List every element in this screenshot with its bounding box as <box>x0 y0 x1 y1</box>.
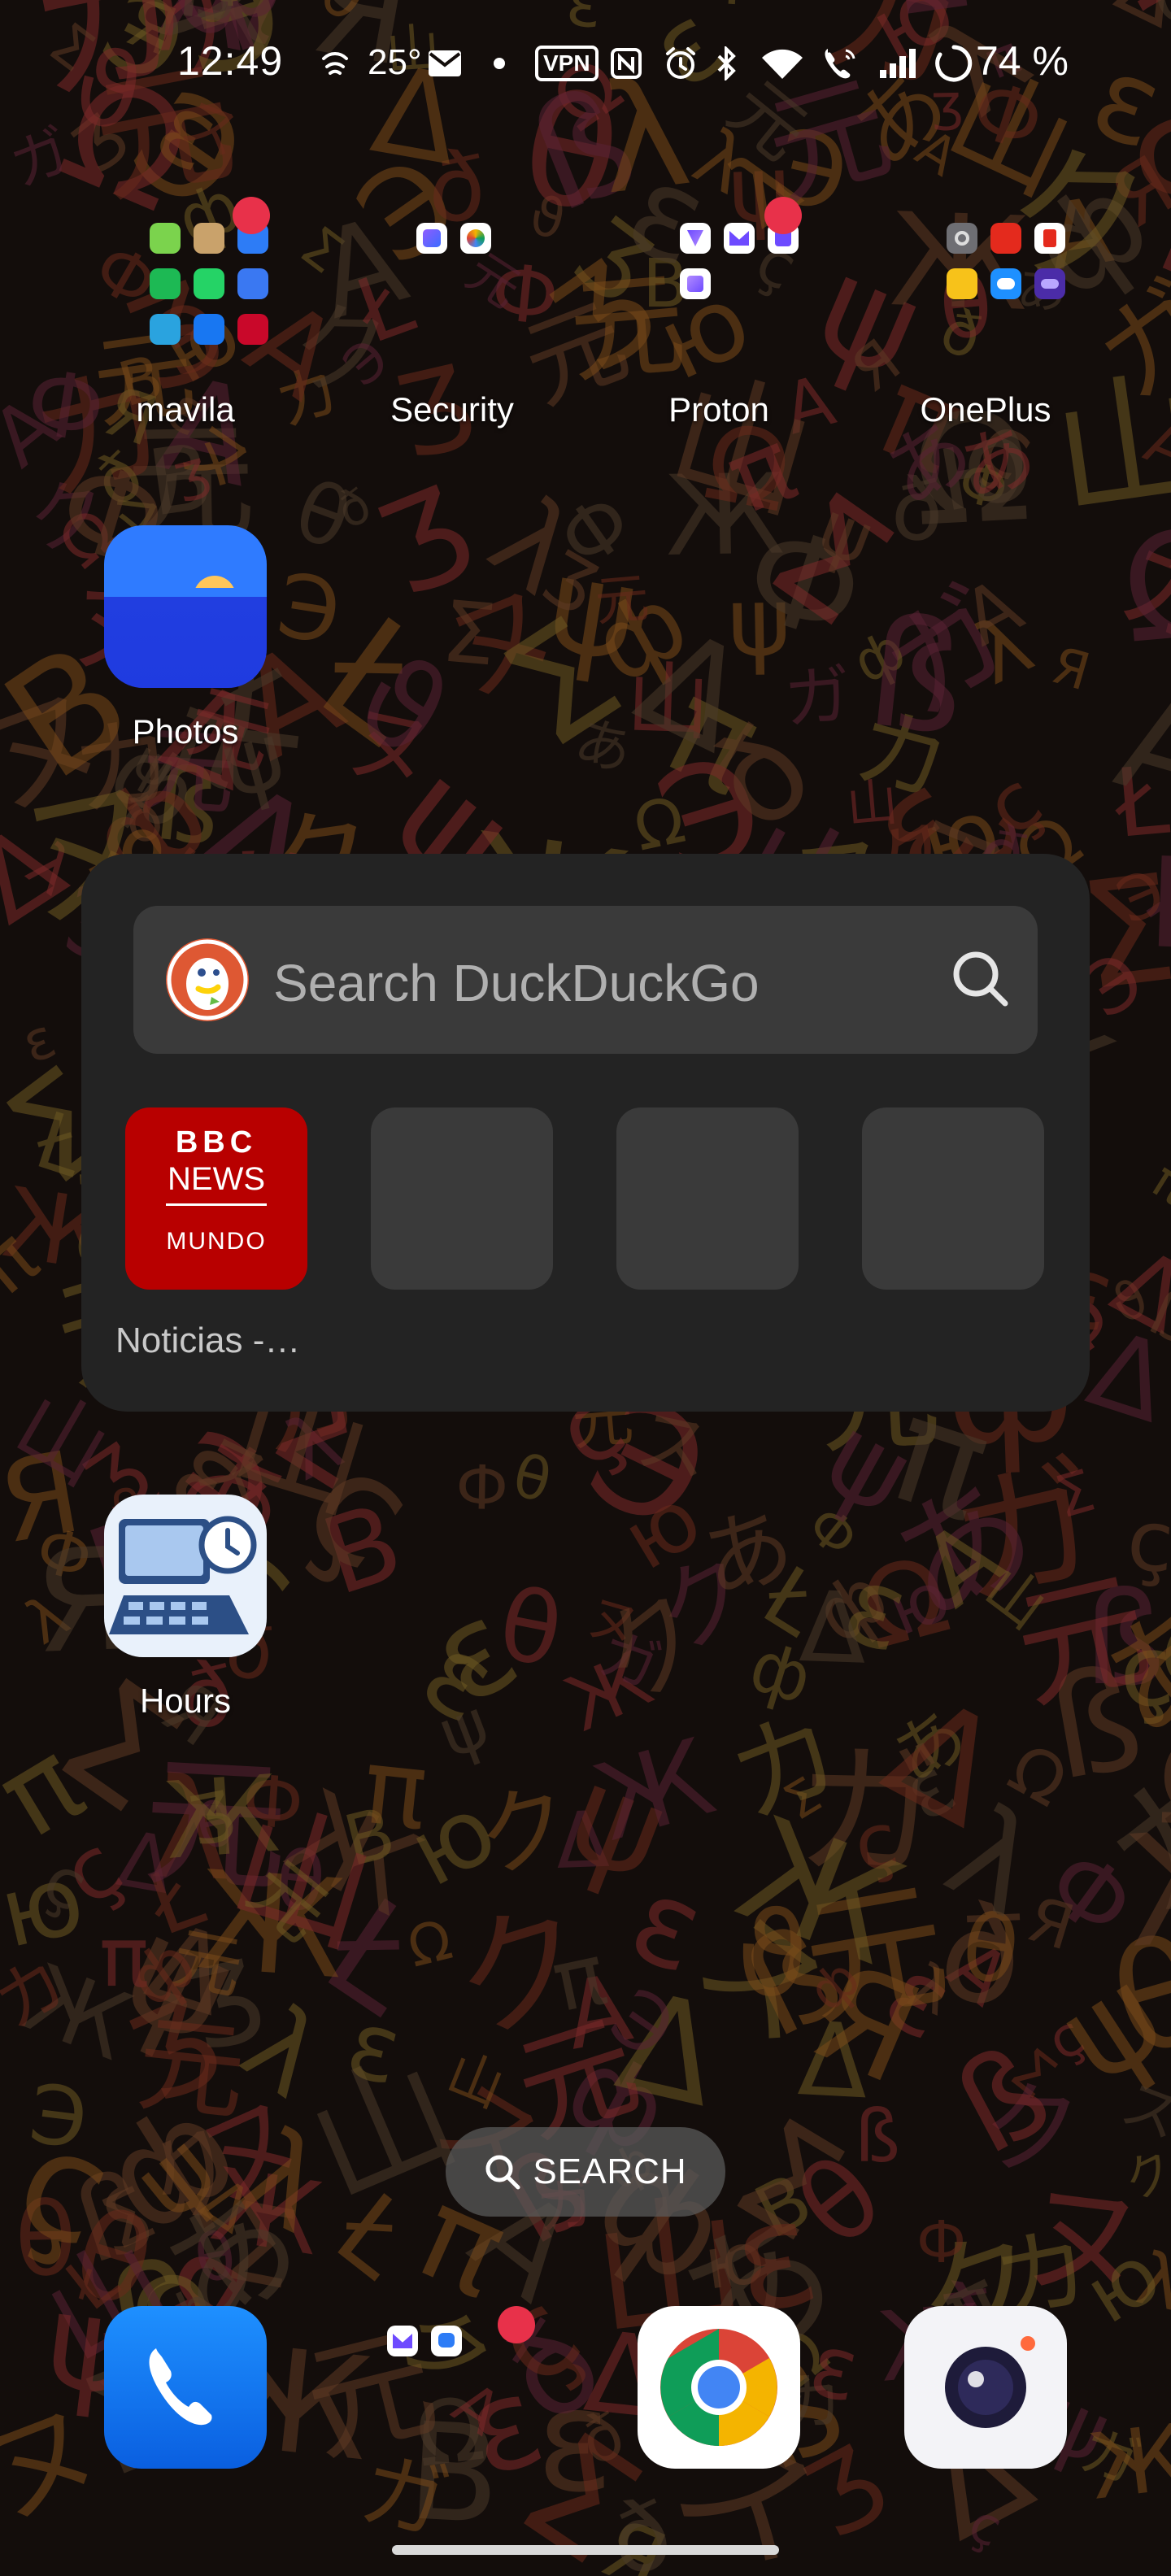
folder-mavila[interactable]: mavila <box>96 195 275 439</box>
wallpaper-glyph: Ф <box>455 1451 509 1524</box>
wifi-icon <box>760 44 805 83</box>
favorite-empty-slot[interactable] <box>862 1107 1044 1290</box>
signal-icon <box>877 44 919 83</box>
wifi-calling-icon <box>820 44 860 83</box>
app-mini-icon <box>680 268 711 299</box>
app-mini-icon <box>460 223 491 254</box>
dock-folder-proton[interactable] <box>371 2306 535 2469</box>
notification-badge <box>764 197 802 234</box>
vpn-icon: VPN <box>535 44 599 83</box>
app-hours[interactable]: Hours <box>88 1495 267 1730</box>
favorite-empty-slot[interactable] <box>371 1107 553 1290</box>
battery-saver-icon <box>934 44 974 83</box>
divider <box>166 1203 267 1206</box>
hours-icon <box>104 1495 267 1657</box>
wallpaper-glyph: ß <box>860 583 973 768</box>
duckduckgo-search-bar[interactable]: Search DuckDuckGo <box>133 906 1038 1054</box>
folder-security[interactable]: Security <box>363 195 542 439</box>
app-mini-icon <box>947 268 977 299</box>
wallpaper-glyph: 元 <box>593 566 651 633</box>
app-label: Hours <box>139 1682 232 1720</box>
search-placeholder: Search DuckDuckGo <box>273 954 760 1012</box>
app-mini-icon <box>724 223 755 254</box>
app-mini-icon <box>150 314 181 345</box>
folder-oneplus[interactable]: OnePlus <box>896 195 1075 439</box>
app-mini-icon <box>1034 268 1065 299</box>
phone-icon[interactable] <box>104 2306 267 2469</box>
alarm-icon <box>662 44 699 83</box>
app-search-button[interactable]: SEARCH <box>446 2127 725 2217</box>
fan-icon <box>316 44 355 83</box>
search-pill-label: SEARCH <box>533 2152 687 2191</box>
status-temperature: 25° <box>368 42 422 82</box>
nfc-icon <box>608 44 644 83</box>
bbc-mundo-text: MUNDO <box>166 1228 267 1255</box>
app-photos[interactable]: Photos <box>88 525 267 761</box>
mail-icon <box>424 44 465 83</box>
status-time: 12:49 <box>177 38 284 84</box>
duckduckgo-logo-icon <box>166 938 249 1021</box>
app-mini-icon <box>150 268 181 299</box>
app-mini-icon <box>416 223 447 254</box>
wallpaper-glyph: ガ <box>781 656 854 739</box>
folder-label: OnePlus <box>920 390 1051 429</box>
folder-label: Security <box>390 390 514 429</box>
folder-proton[interactable]: Proton <box>629 195 808 439</box>
search-icon <box>485 2155 520 2190</box>
notification-badge <box>498 2306 535 2343</box>
folder-icon-grid <box>120 195 268 345</box>
chrome-icon[interactable] <box>638 2306 800 2469</box>
app-mini-icon <box>194 223 224 254</box>
chat-icon <box>431 2326 462 2356</box>
wallpaper-glyph: Ф <box>702 0 764 22</box>
battery-percent: 74 % <box>976 38 1069 84</box>
mail-icon <box>387 2326 418 2356</box>
home-indicator[interactable] <box>392 2545 779 2555</box>
folder-label: Proton <box>668 390 769 429</box>
app-mini-icon <box>680 223 711 254</box>
folder-icon-grid <box>387 195 517 325</box>
bbc-logo-text: BBC <box>175 1125 258 1160</box>
notification-badge <box>233 197 270 234</box>
app-mini-icon <box>237 268 268 299</box>
app-mini-icon <box>194 314 224 345</box>
status-bar: 12:49 25° VPN 74 % <box>0 33 1171 101</box>
favorite-bbc-mundo[interactable]: BBC NEWS MUNDO <box>125 1107 307 1290</box>
camera-icon[interactable] <box>904 2306 1067 2469</box>
search-icon[interactable] <box>950 948 1012 1010</box>
app-mini-icon <box>194 268 224 299</box>
wallpaper-glyph: Ж <box>1085 2404 1171 2521</box>
app-mini-icon <box>237 314 268 345</box>
favorite-caption: Noticias -… <box>115 1321 301 1360</box>
favorite-empty-slot[interactable] <box>616 1107 799 1290</box>
gear-icon <box>947 223 977 254</box>
folder-label: mavila <box>136 390 235 429</box>
photos-icon <box>104 525 267 688</box>
app-mini-icon <box>990 268 1021 299</box>
dot-icon <box>488 44 511 83</box>
duckduckgo-widget: Search DuckDuckGo BBC NEWS MUNDO Noticia… <box>81 854 1090 1412</box>
app-mini-icon <box>990 223 1021 254</box>
app-mini-icon <box>150 223 181 254</box>
bbc-news-text: NEWS <box>168 1161 265 1197</box>
bluetooth-icon <box>712 44 742 83</box>
app-mini-icon <box>1034 223 1065 254</box>
app-label: Photos <box>132 712 239 751</box>
folder-icon-grid <box>921 195 1065 325</box>
